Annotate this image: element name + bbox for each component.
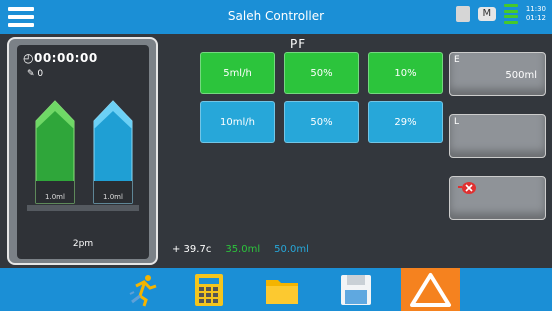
blue-level-button[interactable]: 29% <box>368 101 443 143</box>
bottle-count-value: 0 <box>37 69 44 79</box>
warning-triangle-icon <box>410 273 451 307</box>
timer-icon: ◴ <box>23 51 34 65</box>
green-bottle-volume: 1.0ml <box>45 193 65 201</box>
blue-rate-button[interactable]: 10ml/h <box>200 101 275 143</box>
green-rate-button[interactable]: 5ml/h <box>200 52 275 94</box>
clock-date: 01:12 <box>525 14 546 22</box>
blue-volume-readout: 50.0ml <box>274 244 309 255</box>
timer-value: 00:00:00 <box>33 51 98 65</box>
blue-bottle-icon <box>93 100 133 204</box>
bottle-panel-inner: ◴00:00:00 ✎ 0 1.0ml 1.0ml 2pm <box>17 45 149 259</box>
stop-icon <box>458 182 476 194</box>
calculator-icon[interactable] <box>191 272 227 308</box>
clock: 11:30 01:12 <box>526 5 546 23</box>
volume-button[interactable]: E 500ml <box>449 52 546 96</box>
limit-button[interactable]: L <box>449 114 546 158</box>
volume-button-value: 500ml <box>505 70 537 81</box>
signal-icon <box>503 4 518 24</box>
device-icon[interactable] <box>455 6 470 22</box>
green-bottle-icon <box>35 100 75 204</box>
save-icon[interactable] <box>338 272 374 308</box>
top-bar: Saleh Controller M 11:30 01:12 <box>0 0 552 34</box>
bottle-count-icon: ✎ <box>27 69 35 79</box>
blue-percent-button[interactable]: 50% <box>284 101 359 143</box>
limit-button-label: L <box>454 117 460 127</box>
warning-button[interactable] <box>401 268 460 311</box>
bottle-panel[interactable]: ◴00:00:00 ✎ 0 1.0ml 1.0ml 2pm <box>7 37 158 265</box>
blue-bottle-volume: 1.0ml <box>103 193 123 201</box>
running-person-icon[interactable] <box>126 272 162 308</box>
folder-icon[interactable] <box>264 272 300 308</box>
green-volume-readout: 35.0ml <box>225 244 261 255</box>
rate-grid: 5ml/h 50% 10% 10ml/h 50% 29% <box>200 52 443 143</box>
stop-button[interactable] <box>449 176 546 220</box>
green-percent-button[interactable]: 50% <box>284 52 359 94</box>
blue-bottle[interactable]: 1.0ml <box>92 99 134 205</box>
volume-button-label: E <box>454 55 460 65</box>
timer: ◴00:00:00 <box>23 51 98 65</box>
center-label: PF <box>290 37 307 51</box>
status-area: M 11:30 01:12 <box>455 4 546 24</box>
bottle-count: ✎ 0 <box>27 69 43 79</box>
bottle-panel-label: 2pm <box>72 239 94 249</box>
status-readout: + 39.7c 35.0ml 50.0ml <box>172 244 309 255</box>
right-controls: E 500ml L <box>449 52 546 238</box>
bottle-stand <box>27 205 139 211</box>
taskbar <box>0 268 552 311</box>
green-level-button[interactable]: 10% <box>368 52 443 94</box>
green-bottle[interactable]: 1.0ml <box>34 99 76 205</box>
chat-icon[interactable]: M <box>477 7 496 21</box>
temperature-readout: + 39.7c <box>172 244 212 255</box>
clock-time: 11:30 <box>525 5 546 13</box>
